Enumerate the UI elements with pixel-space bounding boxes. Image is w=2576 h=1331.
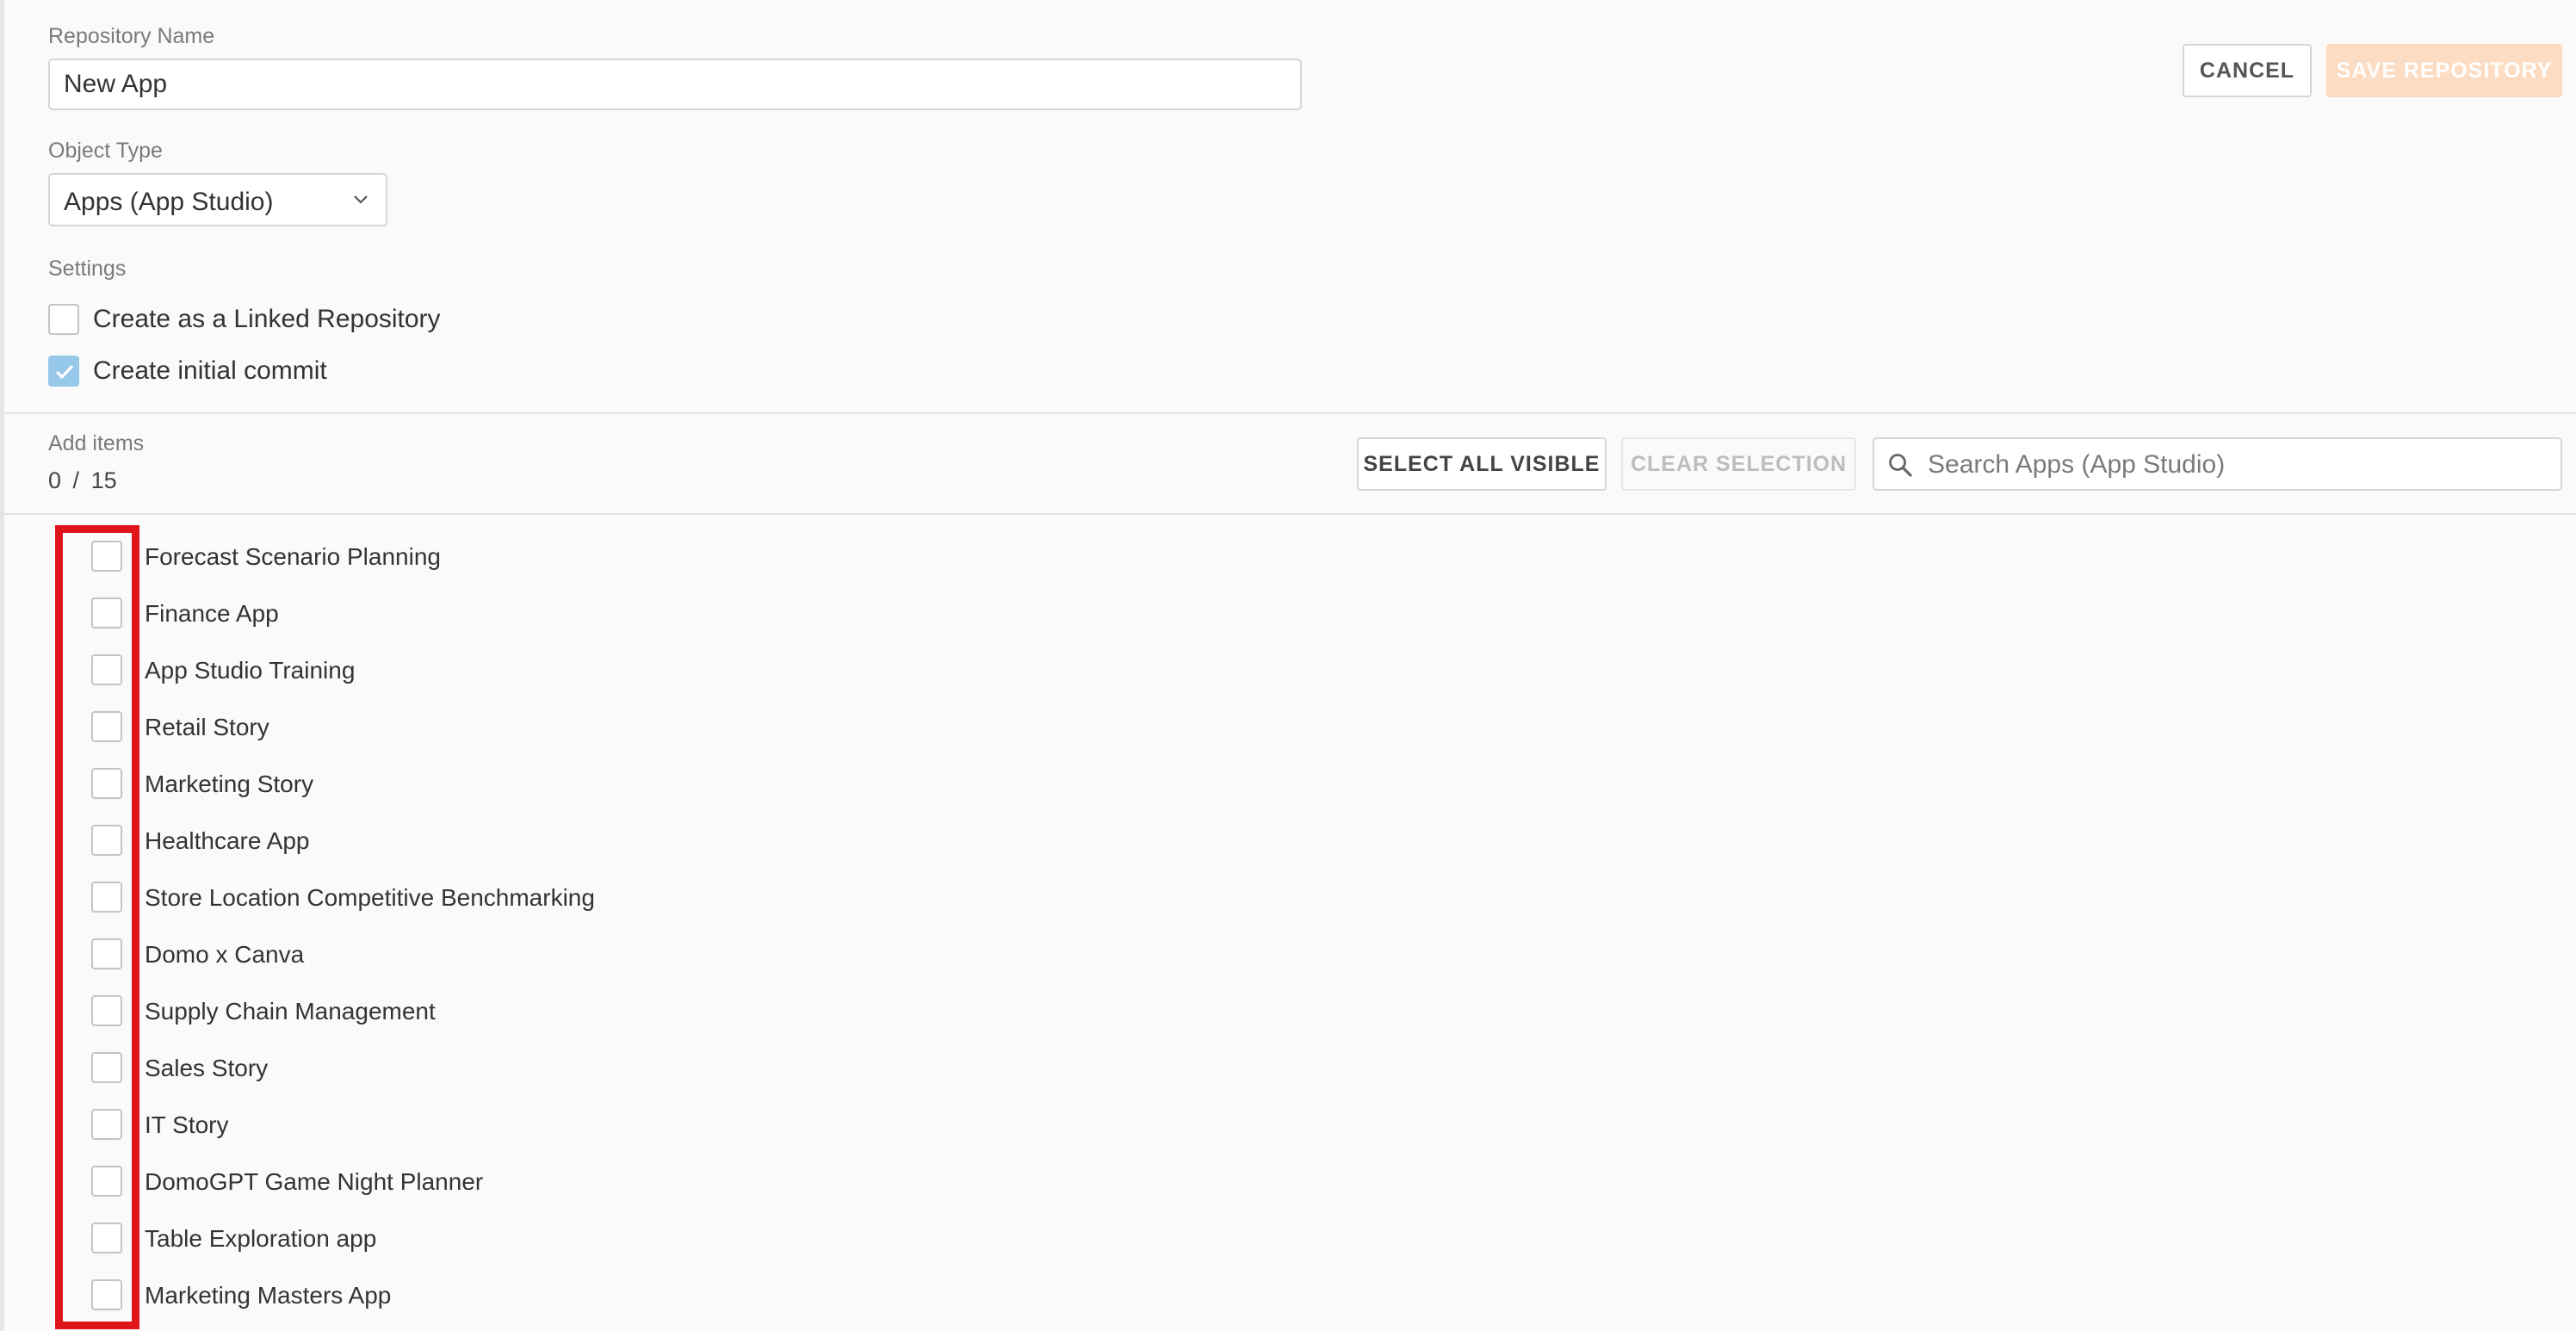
repository-name-label: Repository Name — [48, 24, 215, 48]
list-item[interactable]: Domo x Canva — [0, 926, 1033, 983]
item-checkbox[interactable] — [91, 711, 122, 742]
item-label[interactable]: Supply Chain Management — [145, 998, 436, 1025]
create-repository-page: Repository Name Object Type Apps (App St… — [0, 0, 2576, 1331]
section-divider — [0, 412, 2576, 414]
select-all-visible-button[interactable]: SELECT ALL VISIBLE — [1357, 437, 1607, 491]
settings-label: Settings — [48, 257, 127, 281]
item-checkbox[interactable] — [91, 768, 122, 799]
item-checkbox[interactable] — [91, 1279, 122, 1310]
total-count: 15 — [90, 467, 117, 493]
item-checkbox[interactable] — [91, 1166, 122, 1197]
object-type-label: Object Type — [48, 139, 163, 163]
chevron-down-icon — [354, 195, 368, 204]
item-label[interactable]: Sales Story — [145, 1055, 268, 1082]
cancel-button[interactable]: CANCEL — [2183, 44, 2312, 97]
list-item[interactable]: Marketing Story — [0, 756, 1033, 813]
item-checkbox[interactable] — [91, 938, 122, 969]
list-item[interactable]: Store Location Competitive Benchmarking — [0, 870, 1033, 926]
selection-count: 0 / 15 — [48, 469, 117, 492]
count-separator: / — [72, 467, 80, 493]
item-checkbox[interactable] — [91, 1223, 122, 1254]
list-item[interactable]: Finance App — [0, 585, 1033, 642]
repository-name-input[interactable] — [48, 59, 1302, 110]
item-checkbox[interactable] — [91, 541, 122, 572]
linked-repository-checkbox[interactable] — [48, 304, 79, 335]
list-item[interactable]: Retail Story — [0, 699, 1033, 756]
search-icon — [1889, 454, 1912, 477]
item-label[interactable]: App Studio Training — [145, 657, 355, 684]
item-checkbox[interactable] — [91, 825, 122, 856]
item-label[interactable]: Finance App — [145, 600, 279, 628]
list-item[interactable]: Supply Chain Management — [0, 983, 1033, 1040]
object-type-select[interactable]: Apps (App Studio) — [48, 173, 387, 226]
item-label[interactable]: Forecast Scenario Planning — [145, 543, 441, 571]
item-label[interactable]: Retail Story — [145, 714, 269, 741]
item-label[interactable]: DomoGPT Game Night Planner — [145, 1168, 483, 1196]
item-label[interactable]: IT Story — [145, 1111, 229, 1139]
object-type-value: Apps (App Studio) — [64, 188, 274, 216]
add-items-label: Add items — [48, 431, 145, 455]
item-label[interactable]: Table Exploration app — [145, 1225, 376, 1253]
initial-commit-label[interactable]: Create initial commit — [93, 358, 327, 384]
list-item[interactable]: Forecast Scenario Planning — [0, 529, 1033, 585]
save-repository-button[interactable]: SAVE REPOSITORY — [2326, 44, 2562, 97]
item-checkbox[interactable] — [91, 1109, 122, 1140]
item-checkbox[interactable] — [91, 882, 122, 913]
item-label[interactable]: Marketing Story — [145, 771, 313, 798]
item-label[interactable]: Store Location Competitive Benchmarking — [145, 884, 595, 912]
list-item[interactable]: IT Story — [0, 1097, 1033, 1154]
list-item[interactable]: DomoGPT Game Night Planner — [0, 1154, 1033, 1210]
item-label[interactable]: Domo x Canva — [145, 941, 304, 969]
item-checkbox[interactable] — [91, 654, 122, 685]
search-input[interactable] — [1926, 439, 2549, 491]
checkmark-icon — [55, 364, 74, 380]
list-item[interactable]: Healthcare App — [0, 813, 1033, 870]
list-item[interactable]: Marketing Masters App — [0, 1267, 1033, 1324]
item-label[interactable]: Marketing Masters App — [145, 1282, 391, 1309]
list-item[interactable]: App Studio Training — [0, 642, 1033, 699]
item-checkbox[interactable] — [91, 597, 122, 628]
list-item[interactable]: Table Exploration app — [0, 1210, 1033, 1267]
linked-repository-label[interactable]: Create as a Linked Repository — [93, 306, 441, 332]
clear-selection-button[interactable]: CLEAR SELECTION — [1621, 437, 1856, 491]
list-item[interactable]: Sales Story — [0, 1040, 1033, 1097]
initial-commit-checkbox[interactable] — [48, 356, 79, 387]
search-box[interactable] — [1873, 437, 2562, 491]
list-divider — [0, 513, 2576, 515]
item-label[interactable]: Healthcare App — [145, 827, 309, 855]
item-checkbox[interactable] — [91, 995, 122, 1026]
item-checkbox[interactable] — [91, 1052, 122, 1083]
selected-count: 0 — [48, 467, 62, 493]
